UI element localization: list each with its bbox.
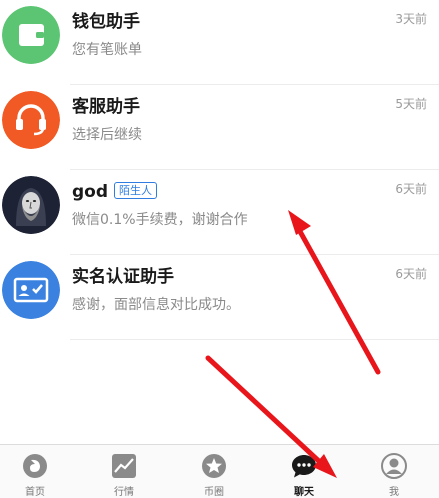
stranger-badge: 陌生人 [114, 182, 158, 199]
chat-item-verification-assistant[interactable]: 实名认证助手 感谢，面部信息对比成功。 6天前 [0, 255, 439, 340]
chat-name: 客服助手 [72, 97, 140, 117]
tab-home[interactable]: 首页 [0, 445, 70, 498]
chat-name: 实名认证助手 [72, 267, 174, 287]
tab-chat[interactable]: 聊天 [269, 445, 339, 498]
chat-time: 6天前 [395, 267, 427, 281]
tab-me[interactable]: 我 [359, 445, 429, 498]
tab-coin-circle[interactable]: 币圈 [179, 445, 249, 498]
chat-item-god[interactable]: god 陌生人 微信0.1%手续费，谢谢合作 6天前 [0, 170, 439, 255]
profile-icon [381, 453, 407, 479]
tab-label: 币圈 [204, 487, 224, 498]
chat-preview: 感谢，面部信息对比成功。 [72, 297, 240, 313]
chat-name-text: god [72, 182, 109, 202]
headset-icon [2, 91, 60, 149]
chat-name: god 陌生人 [72, 181, 158, 203]
user-avatar [2, 176, 60, 234]
wallet-icon [2, 6, 60, 64]
chat-preview: 微信0.1%手续费，谢谢合作 [72, 212, 248, 228]
chat-time: 6天前 [395, 182, 427, 196]
chat-time: 3天前 [395, 12, 427, 26]
star-icon [201, 453, 227, 479]
chat-item-wallet-assistant[interactable]: 钱包助手 您有笔账单 3天前 [0, 0, 439, 85]
tab-label: 首页 [25, 487, 45, 498]
chat-preview: 您有笔账单 [72, 42, 142, 58]
chart-icon [111, 453, 137, 479]
id-card-icon [2, 261, 60, 319]
chat-time: 5天前 [395, 97, 427, 111]
bottom-tab-bar: 首页 行情 币圈 聊天 我 [0, 444, 439, 498]
chat-preview: 选择后继续 [72, 127, 142, 143]
divider [70, 339, 439, 340]
tab-market[interactable]: 行情 [89, 445, 159, 498]
chat-icon [291, 453, 317, 479]
chat-item-service-assistant[interactable]: 客服助手 选择后继续 5天前 [0, 85, 439, 170]
chat-name: 钱包助手 [72, 12, 140, 32]
tab-label: 聊天 [294, 487, 314, 498]
tab-label: 我 [389, 487, 399, 498]
home-icon [22, 453, 48, 479]
tab-label: 行情 [114, 487, 134, 498]
